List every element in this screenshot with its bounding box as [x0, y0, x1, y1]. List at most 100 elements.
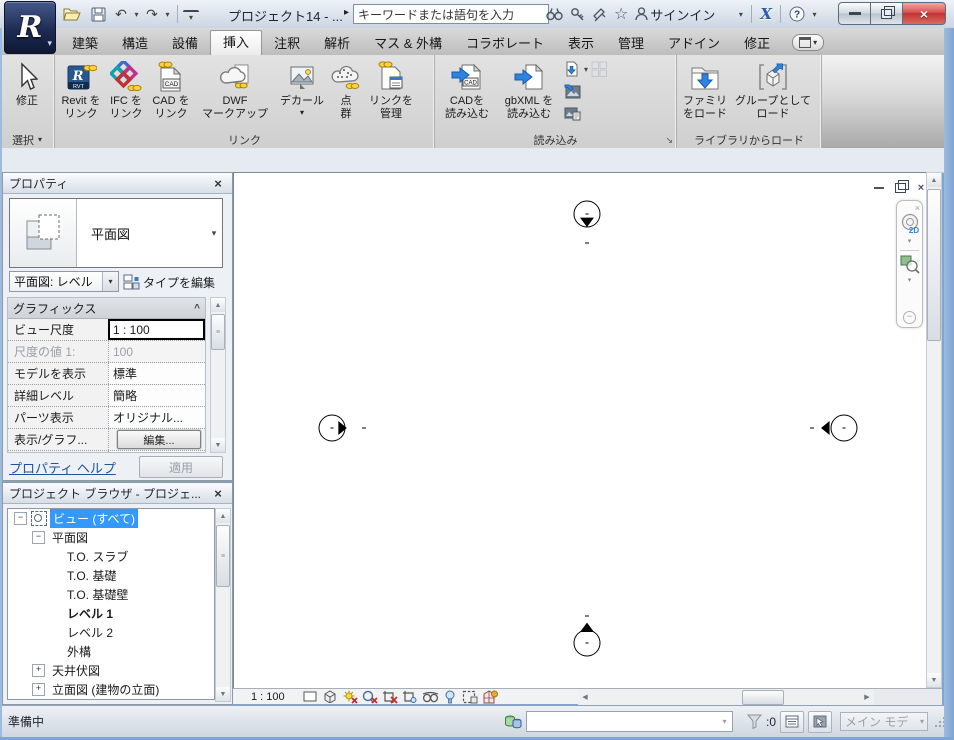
- favorites-button[interactable]: ☆: [612, 3, 630, 25]
- design-option-dropdown[interactable]: メイン モデ ▾: [840, 712, 928, 731]
- save-button[interactable]: [86, 3, 110, 25]
- tree-item-site[interactable]: 外構: [8, 642, 214, 661]
- insert-from-file-dropdown[interactable]: ▾: [584, 65, 588, 74]
- tab-view[interactable]: 表示: [556, 32, 606, 55]
- tab-annotate[interactable]: 注釈: [262, 32, 312, 55]
- import-gbxml-button[interactable]: gbXML を 読み込む: [497, 57, 561, 121]
- tab-addins[interactable]: アドイン: [656, 32, 732, 55]
- scrollbar-thumb[interactable]: ≡: [211, 314, 225, 350]
- scroll-up-icon[interactable]: ▲: [927, 173, 941, 187]
- tab-massing-site[interactable]: マス & 外構: [362, 32, 454, 55]
- elevation-marker-south[interactable]: [567, 612, 607, 664]
- elevation-marker-north[interactable]: [567, 196, 607, 248]
- view-minimize-button[interactable]: [872, 182, 886, 194]
- editable-only-button[interactable]: [780, 710, 804, 733]
- elevation-marker-east[interactable]: [808, 409, 862, 449]
- navbar-collapse-button[interactable]: −: [903, 311, 916, 324]
- elevation-marker-west[interactable]: [314, 409, 368, 449]
- collapse-expander[interactable]: −: [32, 531, 45, 544]
- undo-dropdown[interactable]: ▾: [132, 10, 141, 19]
- worksets-icon[interactable]: [504, 714, 522, 730]
- filter-icon[interactable]: [746, 714, 763, 729]
- tree-item-to-foundation-wall[interactable]: T.O. 基礎壁: [8, 585, 214, 604]
- scroll-up-icon[interactable]: ▲: [216, 509, 230, 523]
- view-scale-button[interactable]: 1 : 100: [251, 691, 285, 703]
- sun-path-button[interactable]: [342, 689, 359, 704]
- load-group-button[interactable]: グループとして ロード: [731, 57, 815, 121]
- apply-button[interactable]: 適用: [139, 456, 223, 478]
- modify-button[interactable]: 修正: [3, 57, 51, 108]
- insert-from-file-button[interactable]: [562, 59, 582, 79]
- help-button[interactable]: ?: [787, 3, 807, 25]
- open-button[interactable]: [60, 3, 84, 25]
- undo-button[interactable]: ↶: [112, 3, 130, 25]
- view-restore-button[interactable]: [893, 180, 909, 194]
- sign-in-dropdown[interactable]: ▾: [736, 10, 745, 19]
- manage-images-button[interactable]: [562, 103, 582, 123]
- tab-systems[interactable]: 設備: [160, 32, 210, 55]
- restore-button[interactable]: [870, 2, 903, 25]
- dwf-markup-button[interactable]: DWF マークアップ: [195, 57, 275, 121]
- properties-header[interactable]: プロパティ ×: [3, 173, 232, 194]
- graphics-section-header[interactable]: グラフィックス ^: [8, 298, 205, 319]
- load-family-button[interactable]: ファミリ をロード: [680, 57, 730, 121]
- analytical-model-button[interactable]: [482, 689, 499, 704]
- link-ifc-button[interactable]: IFC を リンク: [105, 57, 147, 121]
- tree-item-ceiling-plans[interactable]: + 天井伏図: [8, 661, 214, 680]
- reveal-hidden-elements-button[interactable]: [442, 689, 459, 704]
- wheel-dropdown[interactable]: ▾: [908, 237, 912, 245]
- temporary-hide-isolate-button[interactable]: [422, 689, 439, 704]
- crop-view-button[interactable]: [382, 689, 399, 704]
- project-browser-header[interactable]: プロジェクト ブラウザ - プロジェ... ×: [3, 483, 232, 504]
- property-value-input[interactable]: 1 : 100: [108, 319, 205, 340]
- property-value-input[interactable]: 標準: [108, 363, 205, 384]
- tab-analyze[interactable]: 解析: [312, 32, 362, 55]
- visual-style-button[interactable]: [322, 689, 339, 704]
- navbar-close-icon[interactable]: ×: [915, 203, 920, 213]
- subscription-center-button[interactable]: [568, 3, 587, 25]
- zoom-tool-icon[interactable]: [900, 254, 920, 274]
- property-value-input[interactable]: オリジナル...: [108, 407, 205, 428]
- redo-dropdown[interactable]: ▾: [163, 10, 172, 19]
- redo-button[interactable]: ↷: [143, 3, 161, 25]
- canvas-vscrollbar[interactable]: ▲ ▼: [926, 172, 942, 688]
- collapse-icon[interactable]: ^: [194, 303, 200, 314]
- scroll-left-icon[interactable]: ◀: [578, 689, 592, 705]
- properties-scrollbar[interactable]: ▲ ≡ ▼: [210, 297, 226, 453]
- scroll-up-icon[interactable]: ▲: [211, 298, 225, 312]
- property-value-input[interactable]: 簡略: [108, 385, 205, 406]
- hscroll-track[interactable]: [592, 689, 860, 705]
- close-icon[interactable]: ×: [210, 486, 226, 501]
- tree-item-level-1[interactable]: レベル 1: [8, 604, 214, 623]
- scrollbar-thumb[interactable]: ≡: [216, 525, 230, 587]
- scroll-right-icon[interactable]: ▶: [860, 689, 874, 705]
- decal-button[interactable]: デカール ▾: [276, 57, 328, 117]
- scroll-down-icon[interactable]: ▼: [216, 687, 230, 701]
- close-button[interactable]: ×: [902, 2, 946, 25]
- search-button[interactable]: [544, 3, 565, 25]
- point-cloud-button[interactable]: 点 群: [329, 57, 363, 121]
- import-image-button[interactable]: [562, 81, 582, 101]
- minimize-button[interactable]: [838, 2, 871, 25]
- zoom-dropdown[interactable]: ▾: [908, 276, 912, 284]
- collapse-expander[interactable]: −: [14, 512, 27, 525]
- properties-filter-combo[interactable]: 平面図: レベル ▾: [9, 271, 119, 292]
- ribbon-display-toggle[interactable]: ▾: [792, 34, 825, 51]
- tree-item-to-slab[interactable]: T.O. スラブ: [8, 547, 214, 566]
- expand-expander[interactable]: +: [32, 683, 45, 696]
- detail-level-button[interactable]: [302, 689, 319, 704]
- canvas-hscrollbar[interactable]: ◀ ▶: [578, 688, 874, 705]
- tab-manage[interactable]: 管理: [606, 32, 656, 55]
- close-icon[interactable]: ×: [210, 176, 226, 191]
- link-cad-button[interactable]: CAD CAD を リンク: [148, 57, 194, 121]
- dialog-launcher-icon[interactable]: ↘: [665, 135, 673, 146]
- exchange-apps-button[interactable]: X: [758, 3, 774, 25]
- show-crop-region-button[interactable]: [402, 689, 419, 704]
- search-input[interactable]: [353, 4, 549, 24]
- customize-qat-button[interactable]: ▾: [183, 10, 199, 22]
- search-flyout-arrow[interactable]: ▸: [344, 7, 349, 18]
- application-menu-button[interactable]: R ▾: [4, 1, 56, 54]
- link-revit-button[interactable]: R RVT Revit を リンク: [58, 57, 104, 121]
- tab-modify[interactable]: 修正: [732, 32, 782, 55]
- chevron-down-icon[interactable]: ▾: [206, 199, 222, 267]
